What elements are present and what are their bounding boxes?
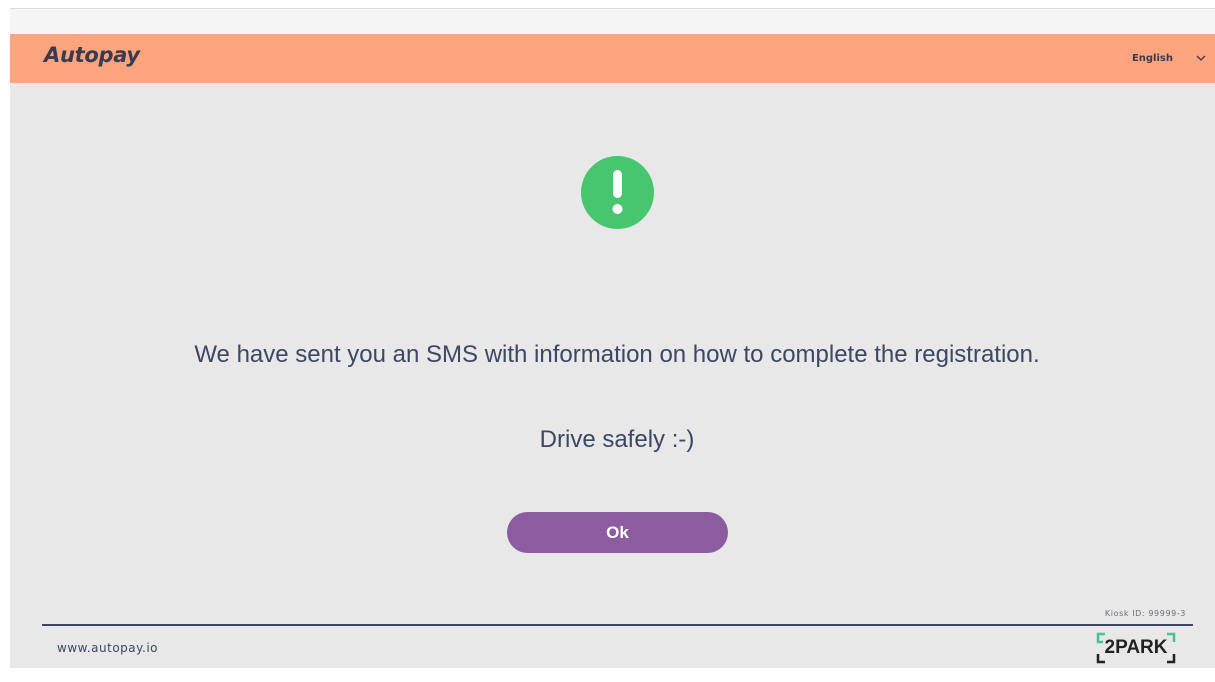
- kiosk-id-label: Kiosk ID: 99999-3: [1104, 609, 1186, 618]
- 2park-logo: 2PARK: [1095, 631, 1177, 665]
- exclamation-circle-icon: [581, 156, 654, 229]
- sms-sent-message: We have sent you an SMS with information…: [194, 341, 1040, 368]
- header-bar: Autopay English: [10, 34, 1215, 83]
- ok-button[interactable]: Ok: [507, 512, 728, 553]
- language-label: English: [1131, 52, 1173, 64]
- website-link[interactable]: www.autopay.io: [57, 641, 158, 655]
- autopay-logo: Autopay: [44, 43, 140, 67]
- kiosk-screen: Autopay English We have sent you an SMS …: [10, 34, 1215, 668]
- drive-safely-message: Drive safely :-): [539, 426, 695, 453]
- page: Autopay English We have sent you an SMS …: [0, 0, 1215, 682]
- language-select[interactable]: English: [1132, 52, 1207, 64]
- 2park-logo-text: 2PARK: [1104, 637, 1168, 658]
- browser-top-strip: [10, 8, 1215, 35]
- footer-divider: [42, 624, 1193, 626]
- chevron-down-icon: [1196, 55, 1206, 61]
